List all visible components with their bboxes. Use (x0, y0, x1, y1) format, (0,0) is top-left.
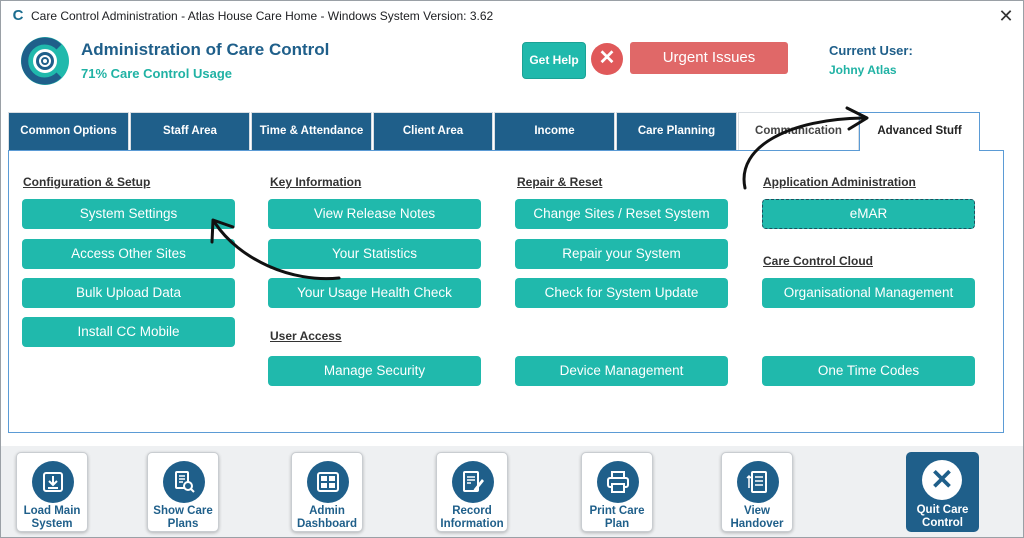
dismiss-circle-icon[interactable]: ✕ (591, 43, 623, 75)
urgent-issues-button[interactable]: Urgent Issues (630, 42, 788, 74)
tool-label-line1: Show Care (153, 505, 213, 517)
tool-label-line2: Information (440, 518, 504, 530)
tab-income[interactable]: Income (494, 112, 615, 150)
tab-client-area[interactable]: Client Area (373, 112, 493, 150)
tool-label-line1: Record (452, 505, 492, 517)
tool-label-line2: System (31, 518, 73, 530)
current-user-label: Current User: (829, 43, 913, 58)
tab-care-planning[interactable]: Care Planning (616, 112, 737, 150)
page-title: Administration of Care Control (81, 40, 330, 59)
tool-label-line1: Print Care (589, 505, 645, 517)
printer-icon (597, 461, 639, 503)
tool-label-line2: Plans (167, 518, 199, 530)
tab-time-attendance[interactable]: Time & Attendance (251, 112, 372, 150)
show-care-plans-button[interactable]: Show Care Plans (147, 452, 219, 532)
title-bar: C Care Control Administration - Atlas Ho… (1, 1, 1023, 31)
quit-label-line1: Quit Care (916, 504, 969, 516)
tab-common-options[interactable]: Common Options (8, 112, 129, 150)
tab-communication[interactable]: Communication (738, 112, 859, 150)
app-window: C Care Control Administration - Atlas Ho… (0, 0, 1024, 538)
user-access-heading: User Access (270, 329, 342, 343)
tab-advanced-stuff[interactable]: Advanced Stuff (859, 112, 980, 151)
window-title: Care Control Administration - Atlas Hous… (31, 9, 494, 23)
tool-label-line2: Dashboard (296, 518, 358, 530)
print-care-plan-button[interactable]: Print Care Plan (581, 452, 653, 532)
tool-label-line1: Admin (309, 505, 345, 517)
record-information-button[interactable]: Record Information (436, 452, 508, 532)
key-information-heading: Key Information (270, 175, 362, 189)
config-setup-heading: Configuration & Setup (23, 175, 151, 189)
get-help-button[interactable]: Get Help (522, 42, 586, 79)
usage-health-check-button[interactable]: Your Usage Health Check (268, 278, 481, 308)
one-time-codes-button[interactable]: One Time Codes (762, 356, 975, 386)
quit-care-control-button[interactable]: ✕ Quit Care Control (906, 452, 979, 532)
quit-label-line2: Control (922, 517, 963, 529)
your-statistics-button[interactable]: Your Statistics (268, 239, 481, 269)
emar-button[interactable]: eMAR (762, 199, 975, 229)
repair-reset-heading: Repair & Reset (517, 175, 603, 189)
current-user-name: Johny Atlas (829, 63, 897, 77)
tool-label-line2: Handover (730, 518, 784, 530)
device-management-button[interactable]: Device Management (515, 356, 728, 386)
repair-system-button[interactable]: Repair your System (515, 239, 728, 269)
tool-label-line1: View (744, 505, 770, 517)
edit-document-icon (452, 461, 494, 503)
close-window-button[interactable]: ✕ (995, 5, 1017, 27)
care-control-cloud-heading: Care Control Cloud (763, 254, 873, 268)
close-icon: ✕ (922, 460, 962, 500)
app-icon: C (12, 7, 24, 24)
view-release-notes-button[interactable]: View Release Notes (268, 199, 481, 229)
bulk-upload-data-button[interactable]: Bulk Upload Data (22, 278, 235, 308)
access-other-sites-button[interactable]: Access Other Sites (22, 239, 235, 269)
change-sites-reset-button[interactable]: Change Sites / Reset System (515, 199, 728, 229)
document-search-icon (163, 461, 205, 503)
tool-label-line1: Load Main (23, 505, 81, 517)
organisational-management-button[interactable]: Organisational Management (762, 278, 975, 308)
manage-security-button[interactable]: Manage Security (268, 356, 481, 386)
view-handover-button[interactable]: View Handover (721, 452, 793, 532)
list-icon (737, 461, 779, 503)
load-main-system-button[interactable]: Load Main System (16, 452, 88, 532)
usage-subtitle: 71% Care Control Usage (81, 66, 232, 81)
download-icon (32, 461, 74, 503)
care-control-logo (21, 37, 69, 85)
install-cc-mobile-button[interactable]: Install CC Mobile (22, 317, 235, 347)
tab-staff-area[interactable]: Staff Area (130, 112, 250, 150)
app-administration-heading: Application Administration (763, 175, 916, 189)
dashboard-icon (307, 461, 349, 503)
check-system-update-button[interactable]: Check for System Update (515, 278, 728, 308)
system-settings-button[interactable]: System Settings (22, 199, 235, 229)
admin-dashboard-button[interactable]: Admin Dashboard (291, 452, 363, 532)
tool-label-line2: Plan (604, 518, 630, 530)
